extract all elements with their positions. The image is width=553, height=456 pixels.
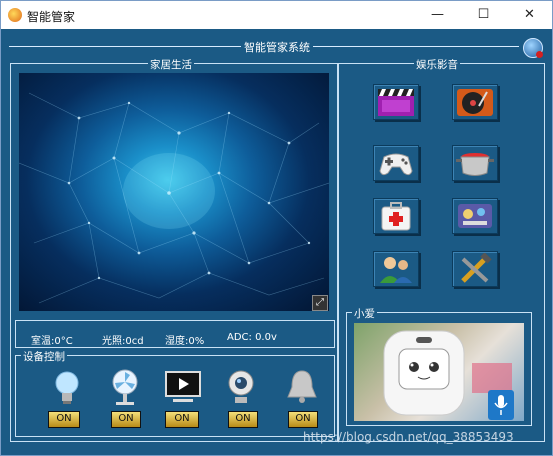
window-title: 智能管家 xyxy=(27,10,76,24)
entertainment-label: 娱乐影音 xyxy=(414,57,460,72)
record-player-icon[interactable] xyxy=(452,84,498,120)
settings-app-icon[interactable] xyxy=(452,198,498,234)
tv-on-button[interactable]: ON xyxy=(165,411,199,428)
bell-icon xyxy=(282,367,322,407)
fullscreen-icon[interactable]: ⤢ xyxy=(312,295,328,311)
main-window: 智能管家 — ☐ ✕ 智能管家系统 家居生活 娱乐影音 ⤢ 室温:0°C 光照:… xyxy=(0,0,553,456)
network-pattern xyxy=(19,92,329,304)
gamepad-icon[interactable] xyxy=(373,145,419,181)
app-logo-icon xyxy=(8,8,22,22)
fan-on-button[interactable]: ON xyxy=(111,411,141,428)
system-title: 智能管家系统 xyxy=(241,39,313,55)
title-bar: 智能管家 — ☐ ✕ xyxy=(1,1,552,29)
video-display[interactable] xyxy=(19,73,329,311)
cooking-pot-icon[interactable] xyxy=(452,145,498,181)
users-icon[interactable] xyxy=(373,251,419,287)
play-screen-icon xyxy=(163,367,203,407)
watermark-text: https://blog.csdn.net/qq_38853493 xyxy=(303,430,514,444)
webcam-icon xyxy=(221,367,261,407)
tools-icon[interactable] xyxy=(452,251,498,287)
minimize-button[interactable]: — xyxy=(415,1,460,29)
adc-readout: ADC: 0.0v xyxy=(227,332,277,343)
lamp-on-button[interactable]: ON xyxy=(48,411,80,428)
camera-on-button[interactable]: ON xyxy=(228,411,258,428)
home-life-label: 家居生活 xyxy=(148,57,194,72)
device-control-label: 设备控制 xyxy=(21,349,67,364)
humidity-readout: 湿度:0% xyxy=(165,336,205,347)
light-bulb-icon xyxy=(47,367,87,407)
maximize-button[interactable]: ☐ xyxy=(461,1,506,29)
light-readout: 光照:0cd xyxy=(102,336,144,347)
microphone-icon[interactable] xyxy=(488,390,514,420)
video-clapper-icon[interactable] xyxy=(373,84,419,120)
alarm-on-button[interactable]: ON xyxy=(288,411,318,428)
first-aid-kit-icon[interactable] xyxy=(373,198,419,234)
fan-icon xyxy=(105,367,145,407)
xiaoai-label: 小爱 xyxy=(352,306,377,321)
temperature-readout: 室温:0°C xyxy=(31,336,73,347)
user-status-icon[interactable] xyxy=(523,38,543,58)
close-button[interactable]: ✕ xyxy=(507,1,552,29)
